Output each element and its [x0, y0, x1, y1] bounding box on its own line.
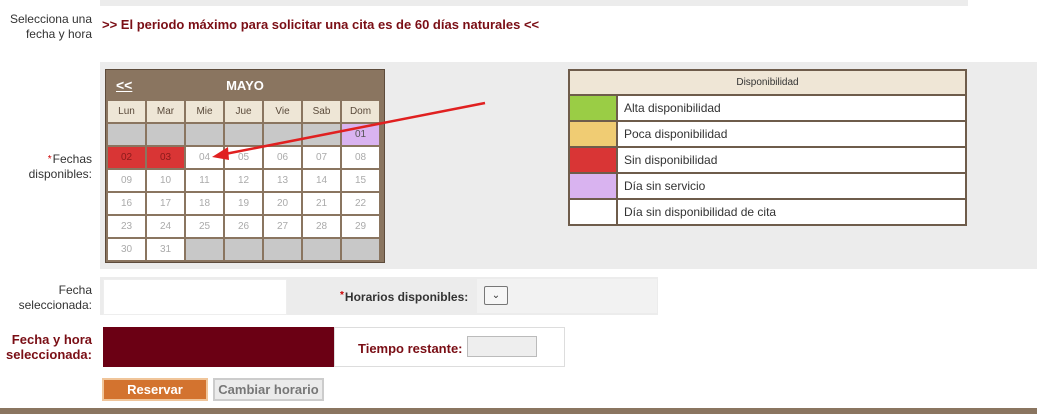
reserve-button[interactable]: Reservar horario	[102, 378, 208, 416]
schedules-label: *Horarios disponibles:	[340, 290, 468, 304]
availability-legend: Disponibilidad Alta disponibilidad Poca d…	[568, 69, 967, 226]
footer-bar	[0, 408, 1037, 414]
chevron-down-icon: ⌄	[491, 290, 501, 301]
change-schedule-button[interactable]: Cambiar horario	[213, 378, 324, 401]
legend-swatch	[570, 148, 618, 172]
legend-swatch	[570, 174, 618, 198]
selected-date-field	[103, 279, 287, 315]
legend-row: Día sin servicio	[570, 174, 965, 200]
legend-row: Día sin disponibilidad de cita	[570, 200, 965, 224]
required-marker: *	[340, 290, 344, 301]
legend-swatch	[570, 122, 618, 146]
legend-title: Disponibilidad	[570, 71, 965, 96]
legend-label: Día sin disponibilidad de cita	[624, 205, 777, 219]
legend-rows: Alta disponibilidad Poca disponibilidad Si…	[570, 96, 965, 224]
remaining-field	[467, 336, 537, 357]
datetime-selected-box	[103, 327, 334, 367]
remaining-label: Tiempo restante:	[358, 341, 463, 356]
legend-label: Poca disponibilidad	[624, 127, 728, 141]
schedules-label-text: Horarios disponibles:	[344, 290, 469, 304]
legend-label: Alta disponibilidad	[624, 101, 721, 115]
legend-label: Día sin servicio	[624, 179, 706, 193]
legend-swatch	[570, 96, 618, 120]
legend-row: Poca disponibilidad	[570, 122, 965, 148]
selected-date-label: Fecha seleccionada:	[18, 283, 92, 312]
legend-swatch	[570, 200, 618, 224]
datetime-label: Fecha y hora seleccionada:	[6, 332, 92, 362]
schedules-select[interactable]: ⌄	[484, 286, 508, 305]
legend-row: Sin disponibilidad	[570, 148, 965, 174]
legend-label: Sin disponibilidad	[624, 153, 718, 167]
legend-row: Alta disponibilidad	[570, 96, 965, 122]
